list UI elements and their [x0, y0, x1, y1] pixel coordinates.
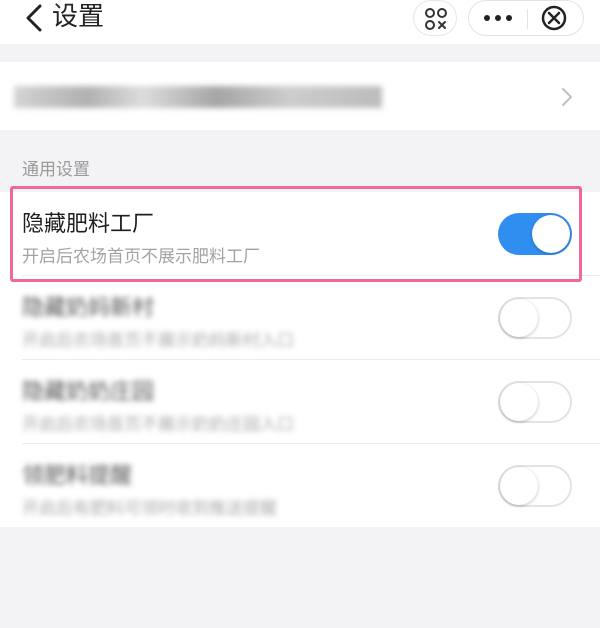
toggle-switch[interactable] — [498, 381, 572, 423]
back-button[interactable] — [22, 2, 46, 34]
highlight-annotation — [10, 186, 582, 282]
scan-button[interactable] — [413, 0, 457, 36]
account-row[interactable] — [0, 62, 600, 130]
setting-title: 隐藏奶奶庄园 — [22, 380, 155, 405]
scan-icon — [425, 8, 447, 30]
chevron-right-icon — [562, 88, 572, 106]
setting-row-2[interactable]: 隐藏奶妈新村 开启后农场首页不展示奶妈新村入口 — [0, 276, 600, 360]
blurred-account-info — [14, 86, 382, 108]
close-circle-icon — [541, 5, 567, 31]
setting-row-3[interactable]: 隐藏奶奶庄园 开启后农场首页不展示奶奶庄园入口 — [0, 360, 600, 444]
toggle-knob — [500, 299, 538, 337]
toggle-switch[interactable] — [498, 297, 572, 339]
setting-title: 隐藏奶妈新村 — [22, 296, 155, 321]
mini-program-capsule — [468, 0, 584, 36]
toggle-knob — [500, 383, 538, 421]
close-button[interactable] — [528, 1, 584, 35]
toggle-switch[interactable] — [498, 465, 572, 507]
setting-description: 开启后农场首页不展示奶奶庄园入口 — [22, 415, 294, 435]
setting-description: 开启后农场首页不展示奶妈新村入口 — [22, 331, 294, 351]
more-button[interactable] — [469, 1, 527, 35]
page-title: 设置 — [52, 2, 105, 32]
chevron-left-icon — [26, 4, 42, 32]
section-label: 通用设置 — [22, 160, 90, 180]
setting-title: 领肥料提醒 — [22, 464, 133, 489]
setting-row-4[interactable]: 领肥料提醒 开启后有肥料可领时收到推送提醒 — [0, 444, 600, 528]
setting-description: 开启后有肥料可领时收到推送提醒 — [22, 499, 277, 519]
more-dots-icon — [484, 15, 512, 21]
toggle-knob — [500, 467, 538, 505]
title-bar: 设置 — [0, 0, 600, 44]
